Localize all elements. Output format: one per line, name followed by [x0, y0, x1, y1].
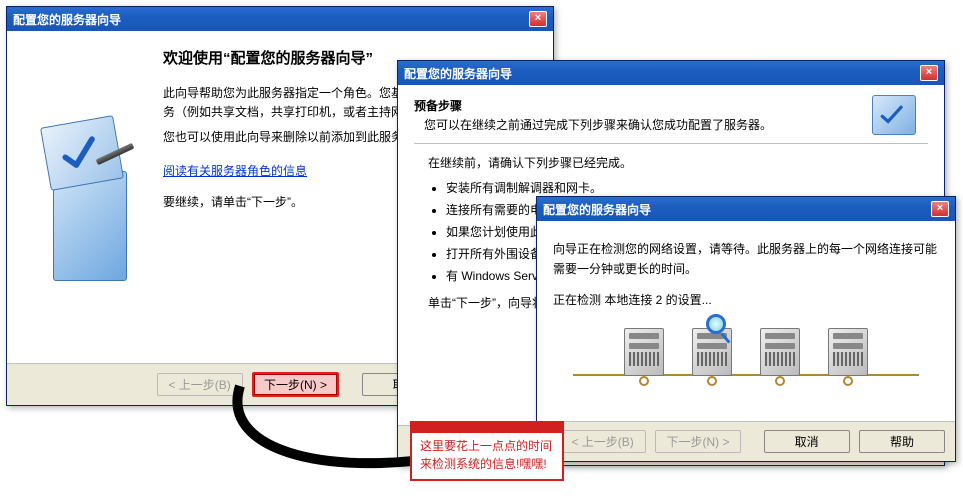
titlebar[interactable]: 配置您的服务器向导 × [7, 7, 553, 31]
server-icon [824, 328, 872, 380]
server-icon [872, 95, 928, 139]
button-row: < 上一步(B) 下一步(N) > 取消 帮助 [537, 421, 955, 461]
close-icon[interactable]: × [931, 201, 949, 217]
annotation-note: 这里要花上一点点的时间来检测系统的信息!嘿嘿! [410, 421, 564, 481]
titlebar[interactable]: 配置您的服务器向导 × [537, 197, 955, 221]
network-diagram [553, 328, 939, 380]
window-title: 配置您的服务器向导 [543, 201, 651, 218]
cancel-button[interactable]: 取消 [764, 430, 850, 453]
titlebar[interactable]: 配置您的服务器向导 × [398, 61, 944, 85]
prereq-title: 预备步骤 [414, 97, 872, 114]
close-icon[interactable]: × [529, 11, 547, 27]
roles-info-link[interactable]: 阅读有关服务器角色的信息 [163, 162, 307, 179]
server-icon [620, 328, 668, 380]
prereq-lead: 在继续前，请确认下列步骤已经完成。 [428, 154, 928, 173]
wizard-art [25, 45, 155, 357]
detect-status: 正在检测 本地连接 2 的设置... [553, 290, 939, 310]
window-title: 配置您的服务器向导 [404, 65, 512, 82]
annotation-text: 这里要花上一点点的时间来检测系统的信息!嘿嘿! [420, 439, 552, 470]
prev-button: < 上一步(B) [560, 430, 646, 453]
magnify-icon [706, 314, 726, 334]
server-icon [756, 328, 804, 380]
help-button[interactable]: 帮助 [859, 430, 945, 453]
next-button[interactable]: 下一步(N) > [252, 372, 339, 397]
prev-button: < 上一步(B) [157, 373, 243, 396]
window-title: 配置您的服务器向导 [13, 11, 121, 28]
list-item: 安装所有调制解调器和网卡。 [446, 179, 928, 196]
server-icon [688, 328, 736, 380]
detect-msg: 向导正在检测您的网络设置，请等待。此服务器上的每一个网络连接可能需要一分钟或更长… [553, 239, 939, 280]
prereq-subtitle: 您可以在继续之前通过完成下列步骤来确认您成功配置了服务器。 [424, 116, 872, 133]
next-button: 下一步(N) > [655, 430, 741, 453]
wizard-window-detecting: 配置您的服务器向导 × 向导正在检测您的网络设置，请等待。此服务器上的每一个网络… [536, 196, 956, 462]
close-icon[interactable]: × [920, 65, 938, 81]
